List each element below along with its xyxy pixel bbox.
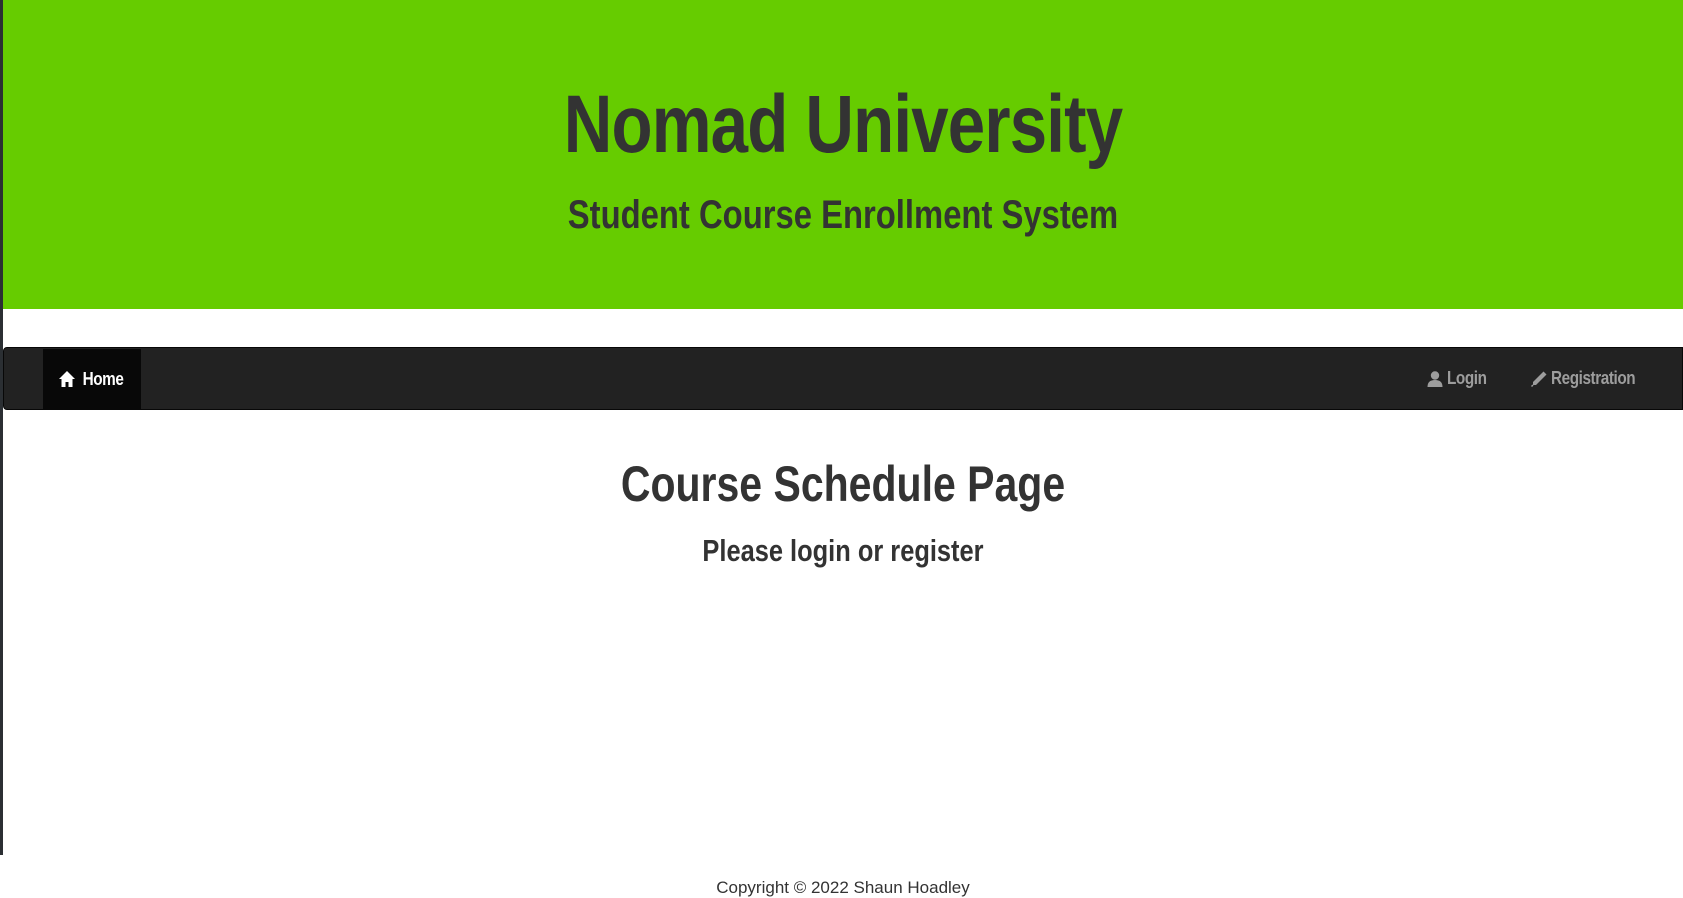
login-prompt: Please login or register <box>702 533 984 568</box>
site-title: Nomad University <box>563 79 1123 170</box>
user-icon <box>1425 369 1445 389</box>
page-title: Course Schedule Page <box>620 456 1066 512</box>
nav-login-link[interactable]: Login <box>1425 368 1493 389</box>
nav-registration-label: Registration <box>1550 368 1636 388</box>
nav-registration-link[interactable]: Registration <box>1529 368 1650 389</box>
footer-copyright: Copyright © 2022 Shaun Hoadley <box>716 878 970 897</box>
site-subtitle: Student Course Enrollment System <box>567 193 1119 237</box>
nav-home-link[interactable]: Home <box>43 349 141 409</box>
nav-right-group: Login Registration <box>1425 348 1651 409</box>
nav-home-label: Home <box>82 368 124 389</box>
pencil-icon <box>1529 369 1549 389</box>
page: Nomad University Student Course Enrollme… <box>0 0 1683 898</box>
nav-login-label: Login <box>1446 368 1487 388</box>
header-banner: Nomad University Student Course Enrollme… <box>3 0 1683 309</box>
home-icon <box>57 369 77 389</box>
navbar: Home Login Registration <box>3 347 1683 410</box>
